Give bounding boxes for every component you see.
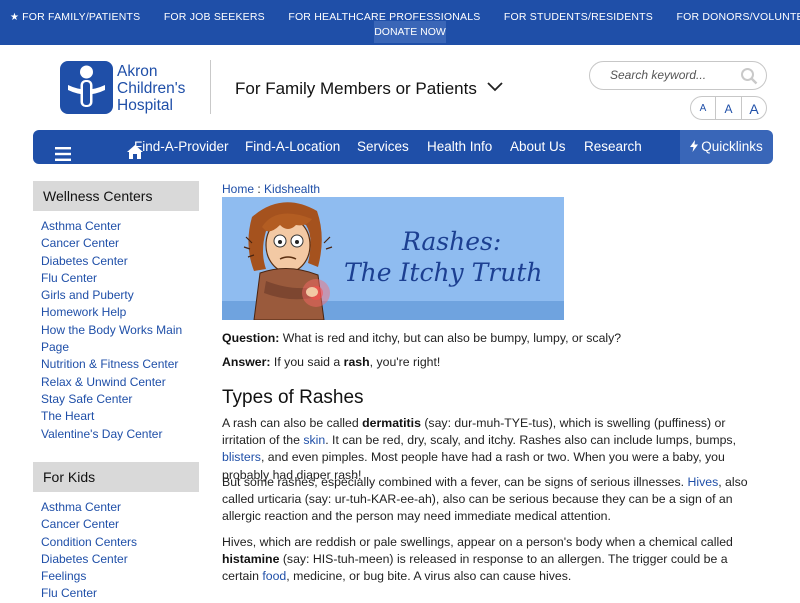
answer-text: If you said a [270, 355, 344, 369]
top-link-job-seekers[interactable]: FOR JOB SEEKERS [164, 11, 265, 23]
top-link-family-patients[interactable]: ★ FOR FAMILY/PATIENTS [10, 11, 140, 23]
main-navigation: Find-A-Provider Find-A-Location Services… [33, 130, 773, 164]
sidebar-heading-wellness-centers: Wellness Centers [33, 181, 199, 211]
lightning-icon [690, 139, 701, 154]
breadcrumb-home-link[interactable]: Home [222, 182, 254, 196]
sidebar-item[interactable]: Asthma Center [41, 218, 191, 235]
link-skin[interactable]: skin [303, 433, 325, 447]
header-divider [210, 60, 211, 114]
nav-find-a-location[interactable]: Find-A-Location [245, 130, 340, 164]
logo-line: Akron [117, 63, 158, 80]
term-histamine: histamine [222, 552, 280, 567]
sidebar-item[interactable]: Cancer Center [41, 235, 191, 252]
link-food[interactable]: food [262, 569, 286, 583]
hero-title-line: Rashes: [402, 227, 502, 256]
sidebar-item[interactable]: Condition Centers [41, 534, 191, 551]
sidebar-item[interactable]: Stay Safe Center [41, 391, 191, 408]
sidebar-wellness-list: Asthma Center Cancer Center Diabetes Cen… [41, 218, 191, 443]
paragraph-text: A rash can also be called [222, 416, 363, 430]
sidebar-item[interactable]: How the Body Works Main Page [41, 322, 191, 357]
nav-health-info[interactable]: Health Info [427, 130, 492, 164]
sidebar-item[interactable]: Feelings [41, 568, 191, 585]
text-size-medium-button[interactable]: A [715, 96, 742, 120]
search-box [589, 61, 767, 90]
top-utility-bar: ★ FOR FAMILY/PATIENTS FOR JOB SEEKERS FOR… [0, 0, 800, 45]
menu-icon[interactable] [55, 140, 71, 161]
sidebar-item[interactable]: Valentine's Day Center [41, 426, 191, 443]
audience-selector[interactable]: For Family Members or Patients [235, 77, 503, 99]
sidebar-item[interactable]: Relax & Unwind Center [41, 374, 191, 391]
sidebar-item[interactable]: Cancer Center [41, 516, 191, 533]
term-dermatitis: dermatitis [362, 416, 421, 430]
sidebar-item[interactable]: Diabetes Center [41, 551, 191, 568]
paragraph-text: . It can be red, dry, scaly, and itchy. … [325, 433, 736, 448]
breadcrumb-current-link[interactable]: Kidshealth [264, 182, 320, 196]
chevron-down-icon [487, 77, 503, 97]
sidebar-item[interactable]: Asthma Center [41, 499, 191, 516]
nav-quicklinks[interactable]: Quicklinks [680, 130, 773, 164]
answer-text: , you're right! [369, 355, 441, 369]
paragraph-text: But some rashes, especially combined wit… [222, 475, 688, 489]
search-input[interactable] [610, 68, 730, 82]
top-link-label: FOR FAMILY/PATIENTS [22, 11, 141, 23]
section-heading-types-of-rashes: Types of Rashes [222, 387, 364, 408]
question-paragraph: Question: What is red and itchy, but can… [222, 330, 762, 347]
nav-about-us[interactable]: About Us [510, 130, 566, 164]
answer-label: Answer: [222, 355, 271, 369]
paragraph-hives: Hives, which are reddish or pale swellin… [222, 534, 762, 586]
sidebar-item[interactable]: Nutrition & Fitness Center [41, 356, 191, 373]
breadcrumb-separator: : [257, 182, 261, 196]
breadcrumb: Home : Kidshealth [222, 182, 320, 196]
logo-wordmark[interactable]: Akron Children's Hospital [117, 63, 185, 114]
sidebar-item[interactable]: Diabetes Center [41, 253, 191, 270]
article-hero-image: Rashes: The Itchy Truth [222, 197, 564, 320]
star-icon: ★ [10, 12, 20, 23]
sidebar-kids-list: Asthma Center Cancer Center Condition Ce… [41, 499, 191, 603]
link-hives[interactable]: Hives [687, 475, 718, 489]
question-text: What is red and itchy, but can also be b… [279, 331, 622, 345]
nav-quicklinks-label: Quicklinks [701, 139, 763, 154]
audience-selector-label: For Family Members or Patients [235, 79, 477, 98]
sidebar-item[interactable]: Flu Center [41, 270, 191, 287]
text-size-large-button[interactable]: A [741, 96, 767, 120]
nav-find-a-provider[interactable]: Find-A-Provider [134, 130, 229, 164]
link-blisters[interactable]: blisters [222, 450, 261, 464]
sidebar-item[interactable]: Girls and Puberty [41, 287, 191, 304]
hero-title-line: The Itchy Truth [344, 258, 543, 287]
question-label: Question: [222, 331, 280, 345]
search-icon[interactable] [740, 67, 758, 88]
sidebar-item[interactable]: Flu Center [41, 585, 191, 602]
sidebar-heading-for-kids: For Kids [33, 462, 199, 492]
sidebar-item[interactable]: Homework Help [41, 304, 191, 321]
answer-keyword: rash [343, 355, 370, 369]
logo-icon[interactable] [60, 61, 113, 114]
paragraph-text: Hives, which are reddish or pale swellin… [222, 535, 733, 549]
answer-paragraph: Answer: If you said a rash, you're right… [222, 354, 762, 371]
top-link-students-residents[interactable]: FOR STUDENTS/RESIDENTS [504, 11, 653, 23]
nav-research[interactable]: Research [584, 130, 642, 164]
donate-now-button[interactable]: DONATE NOW [374, 21, 446, 43]
text-size-small-button[interactable]: A [690, 96, 716, 120]
logo-line: Hospital [117, 97, 173, 114]
top-link-donors-volunteers[interactable]: FOR DONORS/VOLUNTEERS [676, 11, 800, 23]
nav-services[interactable]: Services [357, 130, 409, 164]
sidebar-item[interactable]: The Heart [41, 408, 191, 425]
paragraph-serious-rashes: But some rashes, especially combined wit… [222, 474, 762, 526]
paragraph-text: , medicine, or bug bite. A virus also ca… [286, 569, 572, 584]
logo-line: Children's [117, 80, 186, 97]
